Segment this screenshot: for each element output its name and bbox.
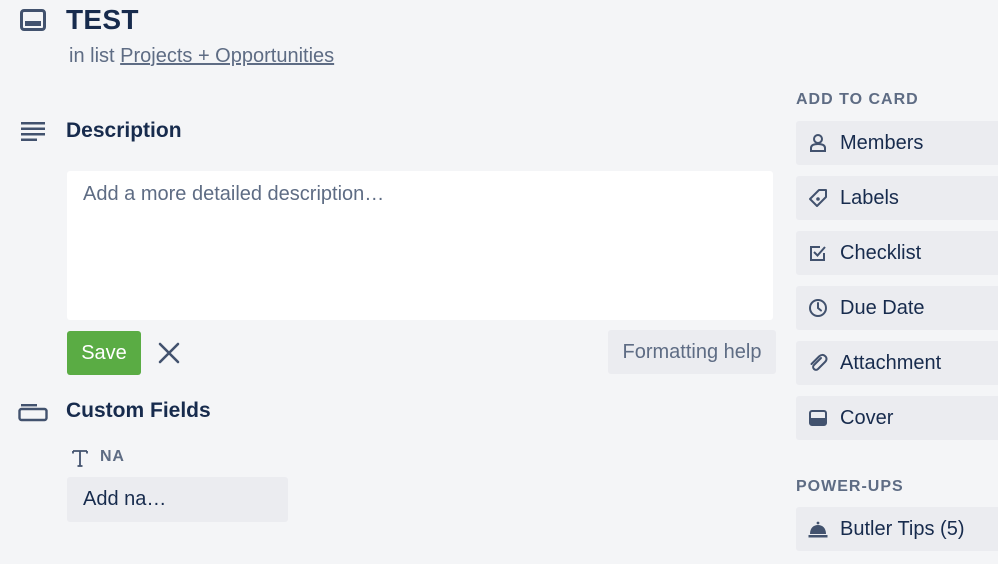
power-ups-heading: POWER-UPS xyxy=(796,478,904,495)
cover-icon xyxy=(808,408,828,428)
list-info: in list Projects + Opportunities xyxy=(69,45,334,68)
labels-label: Labels xyxy=(840,186,899,209)
description-icon xyxy=(20,121,46,143)
text-field-icon xyxy=(72,449,88,467)
description-input[interactable] xyxy=(67,171,773,320)
custom-field-label: NA xyxy=(100,448,125,465)
butler-tips-label: Butler Tips (5) xyxy=(840,517,965,540)
checklist-button[interactable]: Checklist xyxy=(796,231,998,275)
add-to-card-heading: ADD TO CARD xyxy=(796,91,919,108)
paperclip-icon xyxy=(808,353,828,373)
attachment-label: Attachment xyxy=(840,351,942,374)
tag-icon xyxy=(808,188,828,208)
formatting-help-button[interactable]: Formatting help xyxy=(608,330,776,374)
attachment-button[interactable]: Attachment xyxy=(796,341,998,385)
clock-icon xyxy=(808,298,828,318)
checklist-label: Checklist xyxy=(840,241,922,264)
cover-label: Cover xyxy=(840,406,894,429)
custom-fields-icon xyxy=(18,402,48,422)
custom-field-input[interactable]: Add na… xyxy=(67,477,288,522)
butler-bell-icon xyxy=(808,519,828,539)
in-list-prefix: in list xyxy=(69,45,115,67)
labels-button[interactable]: Labels xyxy=(796,176,998,220)
card-title[interactable]: TEST xyxy=(66,4,139,36)
custom-fields-heading: Custom Fields xyxy=(66,399,211,422)
members-label: Members xyxy=(840,131,924,154)
butler-tips-button[interactable]: Butler Tips (5) xyxy=(796,507,998,551)
person-icon xyxy=(808,133,828,153)
list-link[interactable]: Projects + Opportunities xyxy=(120,45,334,67)
due-date-label: Due Date xyxy=(840,296,925,319)
due-date-button[interactable]: Due Date xyxy=(796,286,998,330)
card-icon xyxy=(20,9,46,31)
cover-button[interactable]: Cover xyxy=(796,396,998,440)
members-button[interactable]: Members xyxy=(796,121,998,165)
checkbox-icon xyxy=(808,243,828,263)
description-heading: Description xyxy=(66,119,182,142)
close-icon[interactable] xyxy=(156,340,182,366)
save-button[interactable]: Save xyxy=(67,331,141,375)
